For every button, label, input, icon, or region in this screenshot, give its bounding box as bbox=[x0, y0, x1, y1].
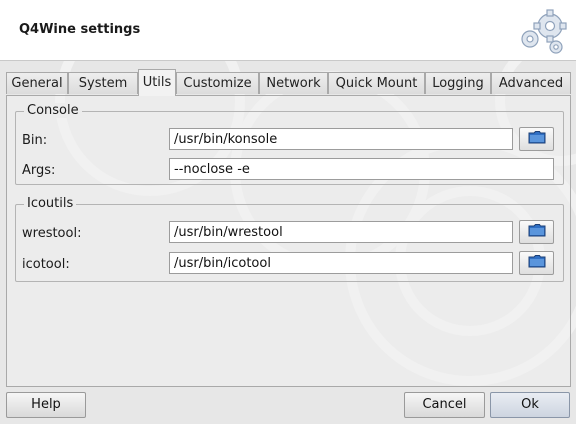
tab-system[interactable]: System bbox=[68, 72, 138, 94]
console-bin-input[interactable] bbox=[169, 128, 513, 150]
dialog-title: Q4Wine settings bbox=[19, 22, 141, 37]
tab-general[interactable]: General bbox=[6, 72, 68, 94]
wrestool-label: wrestool: bbox=[22, 226, 82, 241]
utils-panel: Console Bin: Args: Icoutils wrestool: ic… bbox=[6, 95, 571, 387]
icotool-browse-button[interactable] bbox=[519, 251, 554, 275]
tab-network[interactable]: Network bbox=[259, 72, 328, 94]
tab-quick-mount[interactable]: Quick Mount bbox=[328, 72, 425, 94]
tab-customize[interactable]: Customize bbox=[176, 72, 259, 94]
wrestool-browse-button[interactable] bbox=[519, 220, 554, 244]
cancel-button[interactable]: Cancel bbox=[404, 392, 485, 418]
ok-button[interactable]: Ok bbox=[490, 392, 570, 418]
dialog-header: Q4Wine settings bbox=[0, 0, 576, 61]
icotool-label: icotool: bbox=[22, 257, 70, 272]
bin-label: Bin: bbox=[22, 133, 48, 148]
folder-icon bbox=[528, 223, 546, 241]
tab-logging[interactable]: Logging bbox=[425, 72, 491, 94]
folder-icon bbox=[528, 130, 546, 148]
tab-advanced[interactable]: Advanced bbox=[491, 72, 571, 94]
wrestool-input[interactable] bbox=[169, 221, 513, 243]
console-bin-browse-button[interactable] bbox=[519, 127, 554, 151]
console-group-title: Console bbox=[24, 103, 82, 118]
icotool-input[interactable] bbox=[169, 252, 513, 274]
gears-icon bbox=[516, 6, 568, 56]
tab-utils[interactable]: Utils bbox=[138, 69, 176, 96]
icoutils-group-title: Icoutils bbox=[24, 196, 77, 211]
console-args-input[interactable] bbox=[169, 158, 554, 180]
help-button[interactable]: Help bbox=[6, 392, 86, 418]
args-label: Args: bbox=[22, 163, 56, 178]
folder-icon bbox=[528, 254, 546, 272]
